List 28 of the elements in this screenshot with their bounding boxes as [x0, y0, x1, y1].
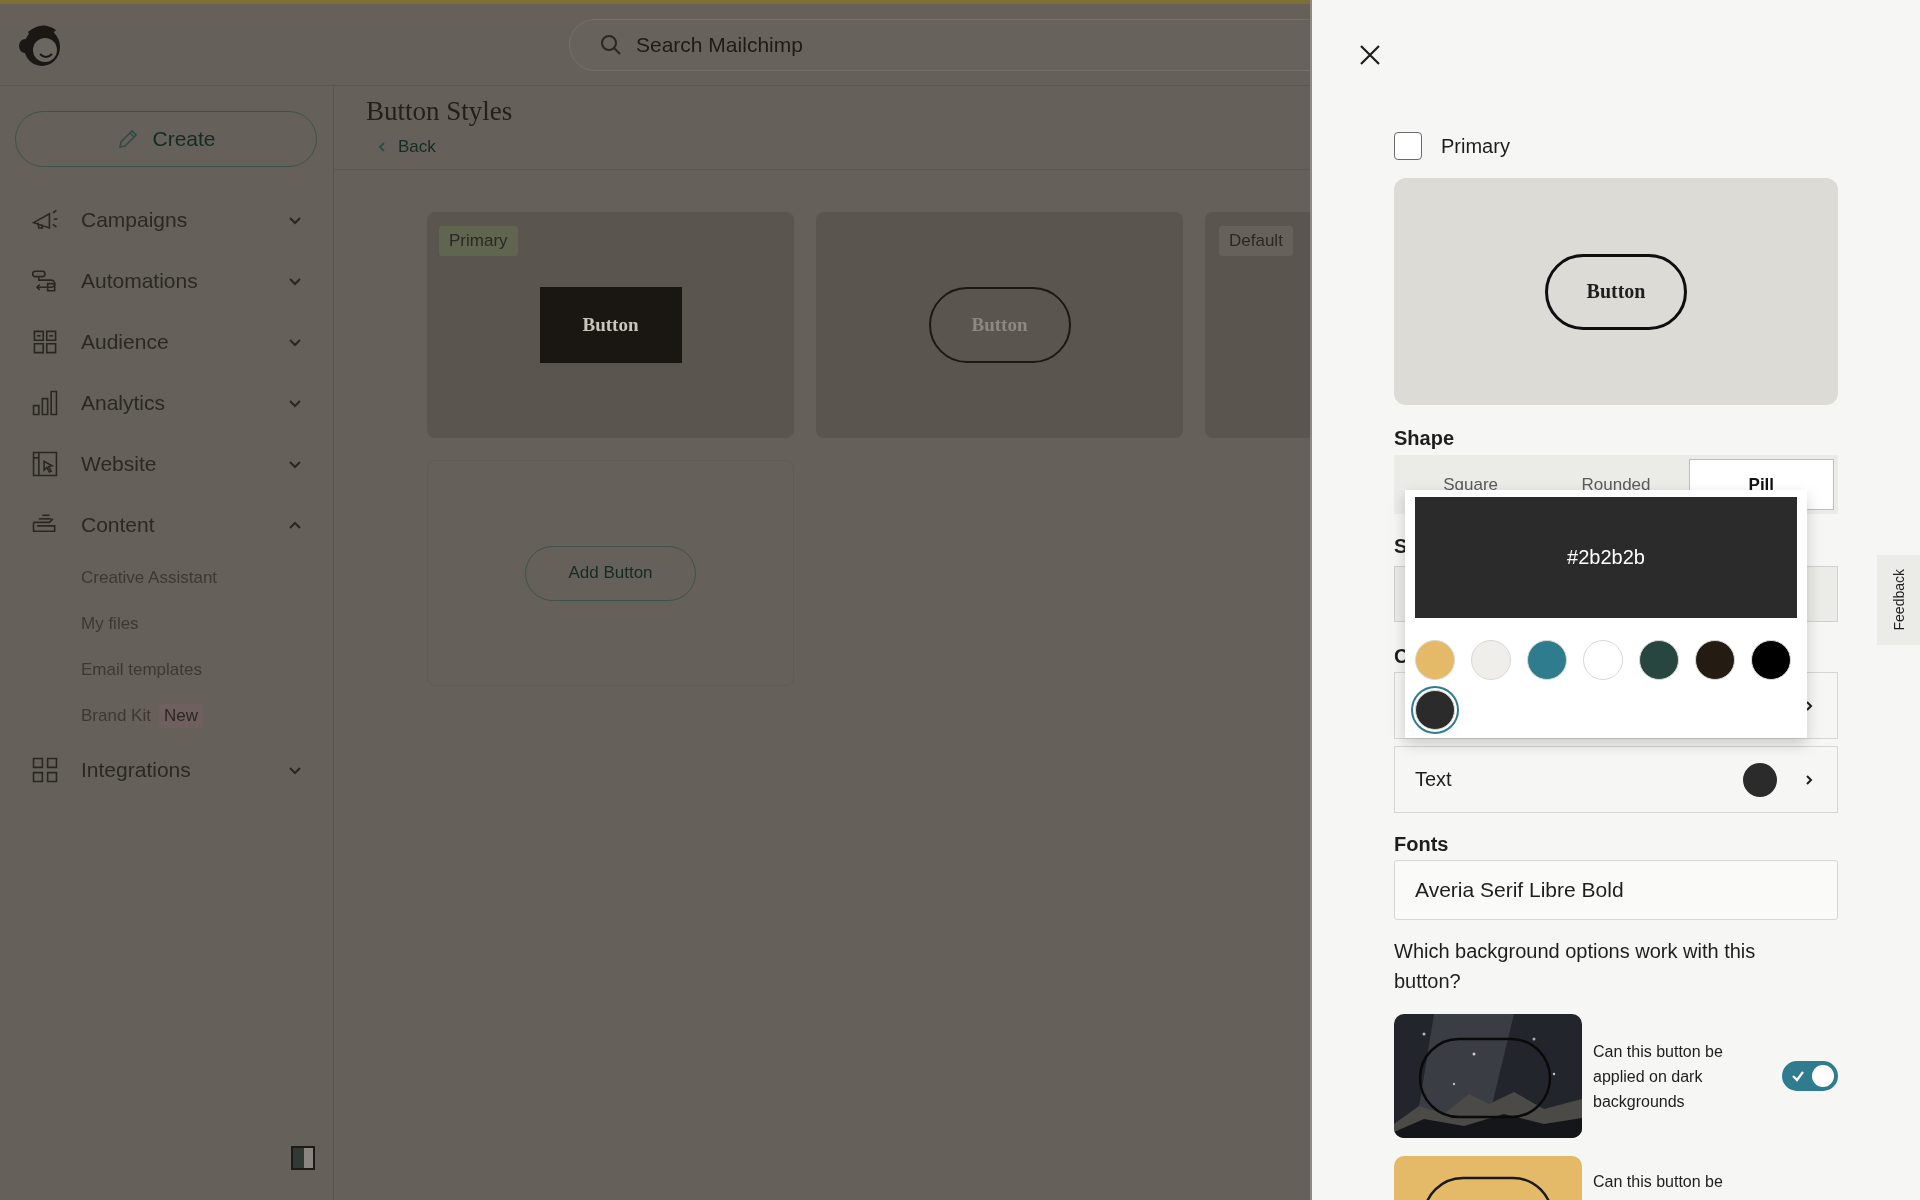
option-text: Can this button be applied on dark backgrounds [1593, 1041, 1724, 1112]
shape-option[interactable]: Square [1398, 459, 1544, 510]
shape-option[interactable]: Rounded [1543, 459, 1689, 510]
color-row[interactable]: Text [1394, 746, 1838, 813]
nav-item[interactable]: Integrations [0, 739, 333, 800]
new-badge: New [158, 704, 203, 728]
search-field[interactable]: Search Mailchimp [569, 19, 1310, 71]
sample-button: Button [539, 287, 682, 363]
card-tag: Primary [439, 226, 518, 256]
page-title: Button Styles [366, 96, 514, 127]
card-tag: Default [1219, 226, 1293, 256]
font-field[interactable]: Averia Serif Libre Bold [1394, 860, 1838, 920]
style-card[interactable]: Primary Button [427, 212, 794, 438]
nav-item[interactable]: Website [0, 433, 333, 494]
nav-item[interactable]: Automations [0, 250, 333, 311]
nav-item[interactable]: Audience [0, 311, 333, 372]
back-link[interactable]: Back [376, 137, 436, 157]
checkbox-label: Primary [1441, 134, 1510, 158]
style-card[interactable]: Default [1205, 212, 1310, 438]
section-label: Fonts [1394, 833, 1449, 856]
nav-item[interactable]: Campaigns [0, 189, 333, 250]
question-text: Which background options work with this button? [1394, 939, 1757, 994]
nav-item[interactable]: Content [0, 494, 333, 555]
nav-item[interactable]: Analytics [0, 372, 333, 433]
feedback-tab[interactable]: Feedback [1877, 555, 1920, 645]
option-text: Can this button be [1593, 1172, 1724, 1191]
section-label: Shape [1394, 427, 1455, 450]
color-hex-value: #2b2b2b [1567, 546, 1645, 569]
